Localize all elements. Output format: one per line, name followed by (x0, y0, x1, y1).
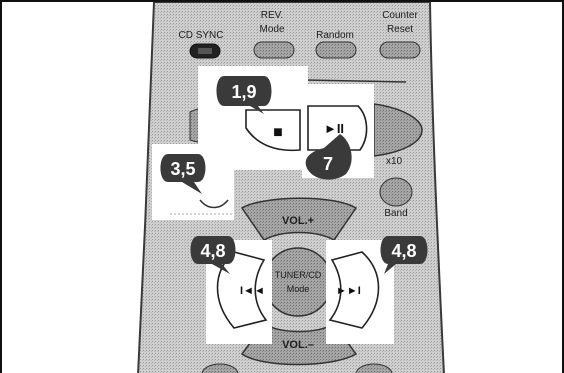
image-frame: CD SYNC REV. Mode Random Counter Reset C… (0, 0, 564, 373)
vol-down-label: VOL.– (282, 339, 314, 351)
callout-stop-text: 1,9 (231, 82, 256, 102)
random-button[interactable] (315, 41, 357, 59)
vol-up-label: VOL.+ (282, 215, 314, 227)
x10-label: x10 (386, 156, 403, 167)
counter-label-2: Reset (387, 24, 413, 35)
counter-label-1: Counter (382, 10, 418, 21)
random-label: Random (316, 30, 354, 41)
counter-reset-button[interactable] (379, 41, 421, 59)
callout-left-small-text: 3,5 (170, 159, 195, 179)
skip-forward-icon: ►►I (336, 285, 361, 297)
skip-back-icon: I◄◄ (240, 285, 265, 297)
mode-label: Mode (287, 284, 310, 294)
remote-control-illustration: CD SYNC REV. Mode Random Counter Reset C… (137, 2, 445, 373)
play-pause-icon: ►II (324, 121, 344, 136)
stop-icon: ■ (273, 124, 283, 141)
rev-label-1: REV. (261, 10, 283, 21)
cd-sync-label: CD SYNC (178, 30, 223, 41)
callout-skip-back-text: 4,8 (200, 241, 225, 261)
band-label: Band (384, 208, 407, 219)
rev-label-2: Mode (259, 24, 284, 35)
callout-skip-forward-text: 4,8 (391, 241, 416, 261)
callout-play-pause-text: 7 (323, 154, 333, 174)
rev-mode-button[interactable] (253, 41, 295, 59)
band-button[interactable] (379, 177, 413, 207)
tuner-cd-mode-button[interactable] (263, 247, 333, 317)
tuner-cd-label: TUNER/CD (275, 270, 322, 280)
